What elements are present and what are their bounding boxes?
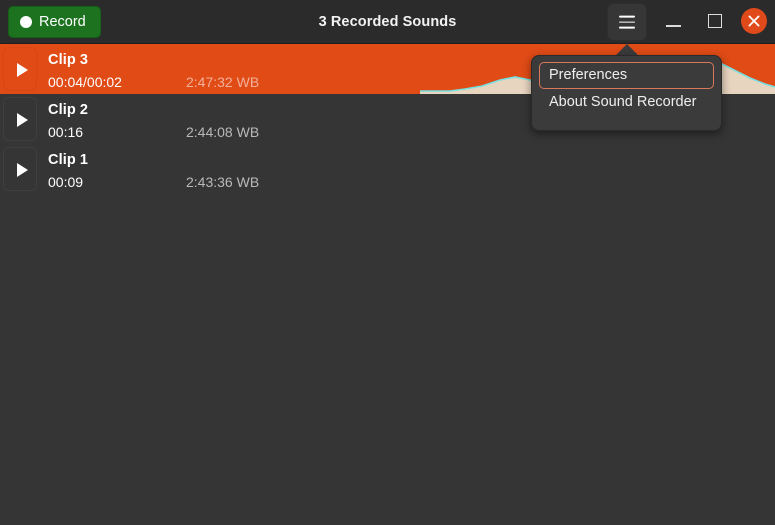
play-button[interactable] xyxy=(3,47,37,91)
record-button-label: Record xyxy=(39,14,86,30)
clip-title: Clip 1 xyxy=(48,152,89,168)
hamburger-menu-icon xyxy=(619,15,635,29)
minimize-button[interactable] xyxy=(661,8,687,34)
clip-duration: 00:09 xyxy=(48,174,84,190)
clip-duration: 00:16 xyxy=(48,124,84,140)
play-icon xyxy=(17,163,28,177)
sound-recorder-window: Record 3 Recorded Sounds Clip 3 00:04/00… xyxy=(0,0,775,525)
clip-title: Clip 3 xyxy=(48,52,89,68)
clip-timestamp: 2:47:32 WB xyxy=(186,74,260,90)
maximize-icon xyxy=(708,14,722,28)
clip-timestamp: 2:44:08 WB xyxy=(186,124,260,140)
header-bar: Record 3 Recorded Sounds xyxy=(0,0,775,44)
window-title: 3 Recorded Sounds xyxy=(318,14,457,30)
menu-item-preferences[interactable]: Preferences xyxy=(539,62,714,89)
play-button[interactable] xyxy=(3,97,37,141)
play-icon xyxy=(17,113,28,127)
popover-body: Preferences About Sound Recorder xyxy=(531,55,722,131)
record-button[interactable]: Record xyxy=(8,6,101,38)
play-button[interactable] xyxy=(3,147,37,191)
menu-item-about[interactable]: About Sound Recorder xyxy=(539,89,714,116)
clip-timestamp: 2:43:36 WB xyxy=(186,174,260,190)
clip-row[interactable]: Clip 1 00:09 2:43:36 WB xyxy=(0,144,775,194)
close-icon xyxy=(748,15,760,27)
clip-duration: 00:04/00:02 xyxy=(48,74,122,90)
clip-title: Clip 2 xyxy=(48,102,89,118)
record-dot-icon xyxy=(20,16,32,28)
play-icon xyxy=(17,63,28,77)
minimize-icon xyxy=(666,25,681,27)
maximize-button[interactable] xyxy=(702,8,728,34)
close-button[interactable] xyxy=(741,8,767,34)
main-menu-button[interactable] xyxy=(607,3,647,41)
